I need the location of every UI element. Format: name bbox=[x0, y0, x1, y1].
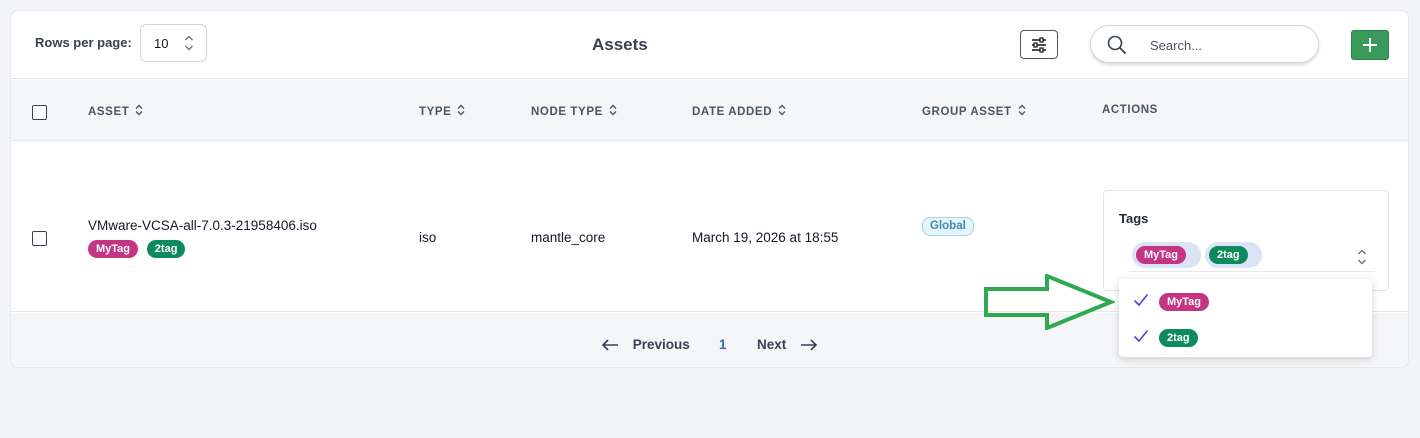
asset-type: iso bbox=[419, 230, 437, 245]
column-header-label: ASSET bbox=[88, 106, 130, 118]
column-header-asset[interactable]: ASSET bbox=[88, 104, 143, 118]
tag-badge-mytag: MyTag bbox=[88, 240, 139, 258]
tag-badge-2tag: 2tag bbox=[146, 240, 186, 258]
sort-icon bbox=[778, 104, 786, 116]
sort-icon bbox=[135, 104, 143, 116]
group-asset-badge: Global bbox=[922, 217, 974, 236]
tag-badge-mytag: MyTag bbox=[1136, 246, 1187, 264]
search-input[interactable] bbox=[1150, 35, 1300, 55]
tag-badge-mytag: MyTag bbox=[1159, 293, 1210, 311]
column-header-label: NODE TYPE bbox=[531, 106, 603, 118]
chevron-up-down-icon bbox=[1358, 249, 1366, 265]
search-box[interactable] bbox=[1090, 25, 1319, 63]
column-header-type[interactable]: TYPE bbox=[419, 104, 465, 118]
rows-per-page-label: Rows per page: bbox=[35, 35, 132, 50]
sliders-icon bbox=[1032, 37, 1046, 53]
asset-name[interactable]: VMware-VCSA-all-7.0.3-21958406.iso bbox=[88, 218, 317, 233]
column-header-label: GROUP ASSET bbox=[922, 106, 1012, 118]
sort-icon bbox=[1018, 104, 1026, 116]
tags-dropdown-menu: MyTag 2tag bbox=[1119, 279, 1372, 357]
column-header-date-added[interactable]: DATE ADDED bbox=[692, 104, 786, 118]
tag-badge-2tag: 2tag bbox=[1209, 246, 1248, 264]
tags-label: Tags bbox=[1119, 211, 1149, 226]
sort-icon bbox=[609, 104, 617, 116]
check-icon bbox=[1133, 329, 1149, 343]
select-all-checkbox[interactable] bbox=[32, 105, 47, 120]
search-icon bbox=[1107, 35, 1127, 55]
annotation-arrow-icon bbox=[984, 274, 1115, 330]
column-settings-button[interactable] bbox=[1020, 30, 1058, 59]
previous-page-button[interactable]: Previous bbox=[601, 337, 690, 352]
plus-icon bbox=[1363, 38, 1377, 52]
table-toolbar: Rows per page: 10 Assets bbox=[11, 11, 1408, 79]
previous-label: Previous bbox=[632, 337, 690, 352]
chevron-up-down-icon bbox=[185, 35, 193, 51]
selected-tag-chip[interactable]: 2tag bbox=[1205, 242, 1262, 268]
column-header-actions: ACTIONS bbox=[1102, 104, 1158, 116]
arrow-right-icon bbox=[801, 339, 818, 351]
next-page-button[interactable]: Next bbox=[757, 337, 818, 352]
tag-badge-2tag: 2tag bbox=[1159, 329, 1198, 347]
column-header-label: DATE ADDED bbox=[692, 106, 773, 118]
sort-icon bbox=[457, 104, 465, 116]
asset-node-type: mantle_core bbox=[531, 230, 606, 245]
page-number-button[interactable]: 1 bbox=[719, 337, 727, 352]
row-checkbox[interactable] bbox=[32, 231, 47, 246]
rows-per-page-value: 10 bbox=[154, 36, 169, 51]
tags-editor: Tags MyTag 2tag bbox=[1103, 190, 1389, 291]
column-header-node-type[interactable]: NODE TYPE bbox=[531, 104, 617, 118]
check-icon bbox=[1133, 293, 1149, 307]
rows-per-page-select[interactable]: 10 bbox=[140, 24, 207, 62]
asset-tags: MyTag 2tag bbox=[88, 240, 186, 258]
asset-date-added: March 19, 2026 at 18:55 bbox=[692, 230, 839, 245]
table-header: ASSET TYPE NODE TYPE DATE ADDED GROUP AS… bbox=[11, 80, 1408, 141]
tags-multiselect[interactable]: MyTag 2tag bbox=[1129, 240, 1375, 272]
column-header-group-asset[interactable]: GROUP ASSET bbox=[922, 104, 1026, 118]
dropdown-option-2tag[interactable]: 2tag bbox=[1119, 318, 1372, 354]
arrow-left-icon bbox=[601, 339, 618, 351]
selected-tag-chip[interactable]: MyTag bbox=[1132, 242, 1201, 268]
page-title: Assets bbox=[592, 35, 648, 54]
column-header-label: TYPE bbox=[419, 106, 452, 118]
dropdown-option-mytag[interactable]: MyTag bbox=[1119, 282, 1372, 318]
add-asset-button[interactable] bbox=[1351, 30, 1389, 60]
next-label: Next bbox=[757, 337, 787, 352]
